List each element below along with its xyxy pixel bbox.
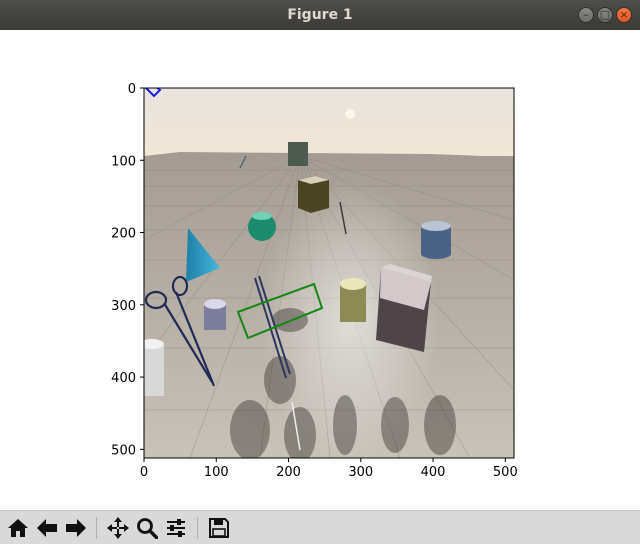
figure-canvas[interactable]: 0 100 200 300 400 500 0 100 200 300 400 500 <box>0 30 640 510</box>
pan-icon <box>107 517 129 539</box>
x-tick-label: 500 <box>493 465 518 480</box>
pan-button[interactable] <box>104 514 132 542</box>
minimize-button[interactable]: – <box>578 7 594 23</box>
back-button[interactable] <box>33 514 61 542</box>
toolbar-separator <box>96 517 97 539</box>
y-axis: 0 100 200 300 400 500 <box>111 82 144 458</box>
close-button[interactable]: × <box>616 7 632 23</box>
x-tick-label: 100 <box>204 465 229 480</box>
home-button[interactable] <box>4 514 32 542</box>
configure-subplots-button[interactable] <box>162 514 190 542</box>
x-axis: 0 100 200 300 400 500 <box>140 458 518 480</box>
y-tick-label: 300 <box>111 299 136 314</box>
x-tick-label: 200 <box>276 465 301 480</box>
save-icon <box>209 518 229 538</box>
navigation-toolbar <box>0 510 640 544</box>
window-title: Figure 1 <box>287 7 353 23</box>
window-titlebar: Figure 1 – □ × <box>0 0 640 30</box>
zoom-button[interactable] <box>133 514 161 542</box>
forward-button[interactable] <box>62 514 90 542</box>
toolbar-separator <box>197 517 198 539</box>
y-tick-label: 100 <box>111 154 136 169</box>
y-tick-label: 200 <box>111 227 136 242</box>
y-tick-label: 400 <box>111 371 136 386</box>
x-tick-label: 0 <box>140 465 148 480</box>
y-tick-label: 0 <box>128 82 136 97</box>
x-tick-label: 300 <box>348 465 373 480</box>
scene-image <box>144 88 514 458</box>
plot-svg: 0 100 200 300 400 500 0 100 200 300 400 500 <box>111 82 518 480</box>
maximize-button[interactable]: □ <box>597 7 613 23</box>
home-icon <box>8 519 28 537</box>
configure-subplots-icon <box>167 519 185 537</box>
back-arrow-icon <box>37 519 57 537</box>
x-tick-label: 400 <box>421 465 446 480</box>
forward-arrow-icon <box>66 519 86 537</box>
save-button[interactable] <box>205 514 233 542</box>
zoom-icon <box>137 518 158 539</box>
y-tick-label: 500 <box>111 443 136 458</box>
